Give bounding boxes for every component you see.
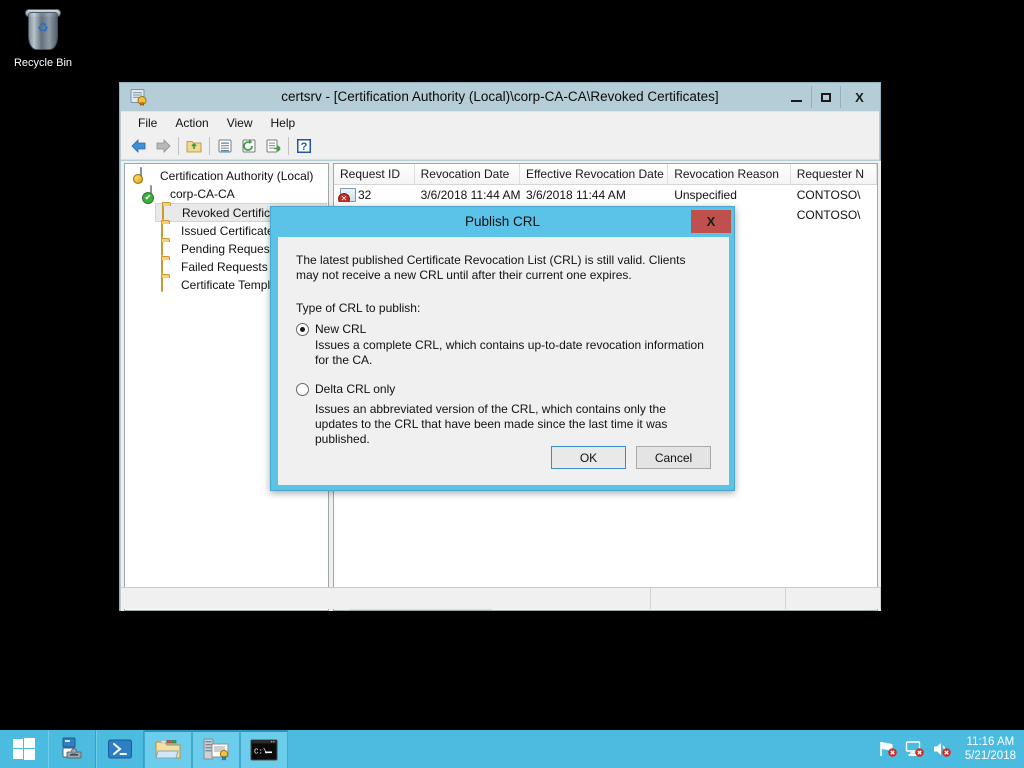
system-tray: 11:16 AM 5/21/2018: [878, 730, 1024, 768]
console-root-icon: [140, 167, 156, 184]
refresh-icon[interactable]: [237, 135, 261, 158]
revoked-certificate-icon: [338, 188, 356, 202]
toolbar: ?: [121, 133, 879, 160]
taskbar-item-file-explorer[interactable]: [144, 730, 192, 768]
window-title: certsrv - [Certification Authority (Loca…: [281, 89, 719, 104]
status-pane-2: [651, 588, 786, 609]
recycle-bin-label: Recycle Bin: [13, 57, 73, 69]
ca-server-icon: [150, 185, 166, 202]
start-button[interactable]: [0, 730, 48, 768]
volume-icon[interactable]: [932, 740, 951, 758]
dialog-body: The latest published Certificate Revocat…: [278, 237, 729, 485]
tree-item-corp-ca-ca[interactable]: ▴ corp-CA-CA: [125, 185, 328, 203]
column-header-request-id[interactable]: Request ID: [334, 164, 415, 184]
folder-icon: [161, 222, 177, 239]
column-header-revocation-date[interactable]: Revocation Date: [415, 164, 520, 184]
forward-icon[interactable]: [151, 135, 175, 158]
toolbar-separator: [209, 137, 210, 155]
folder-icon: [161, 240, 177, 257]
radio-delta-crl-control[interactable]: [296, 383, 309, 396]
dialog-close-button[interactable]: X: [691, 210, 731, 233]
file-explorer-icon: [154, 738, 182, 762]
desktop: ♻ Recycle Bin certsrv - [Certification A…: [0, 0, 1024, 730]
menu-file[interactable]: File: [129, 114, 166, 132]
certification-authority-icon: [202, 737, 230, 763]
taskbar: C:\ 11:16 AM 5/21/2018: [0, 730, 1024, 768]
svg-text:?: ?: [301, 141, 308, 153]
radio-new-crl-label[interactable]: New CRL: [315, 322, 366, 336]
column-header-revocation-reason[interactable]: Revocation Reason: [668, 164, 791, 184]
tree-item-label: Certification Authority (Local): [160, 169, 314, 183]
menu-bar: File Action View Help: [121, 111, 879, 133]
dialog-type-label: Type of CRL to publish:: [296, 301, 421, 315]
cell-revocation-reason: Unspecified: [674, 188, 737, 202]
radio-option-delta-crl[interactable]: Delta CRL only: [296, 382, 711, 396]
clock-time: 11:16 AM: [966, 736, 1015, 748]
close-button[interactable]: X: [840, 86, 878, 108]
help-icon[interactable]: ?: [292, 135, 316, 158]
command-prompt-icon: C:\: [250, 739, 278, 761]
dialog-intro-text: The latest published Certificate Revocat…: [296, 253, 686, 282]
table-row[interactable]: 32 3/6/2018 11:44 AM 3/6/2018 11:44 AM U…: [334, 185, 877, 205]
properties-icon[interactable]: [213, 135, 237, 158]
dialog-button-row: OK Cancel: [551, 446, 711, 469]
export-list-icon[interactable]: [261, 135, 285, 158]
clock-date: 5/21/2018: [964, 750, 1016, 762]
notification-flag-icon[interactable]: [878, 740, 897, 758]
publish-crl-dialog: Publish CRL X The latest published Certi…: [270, 206, 735, 491]
tree-item-label: Failed Requests: [181, 260, 268, 274]
column-header-effective-revocation-date[interactable]: Effective Revocation Date: [520, 164, 669, 184]
taskbar-clock[interactable]: 11:16 AM 5/21/2018: [959, 735, 1016, 763]
back-icon[interactable]: [127, 135, 151, 158]
powershell-icon: [107, 737, 133, 761]
radio-delta-crl-label[interactable]: Delta CRL only: [315, 382, 395, 396]
cell-requester-name: CONTOSO\: [796, 188, 861, 202]
menu-action[interactable]: Action: [166, 114, 217, 132]
status-pane-1: [121, 588, 651, 609]
recycle-symbol-icon: ♻: [37, 20, 49, 35]
menu-view[interactable]: View: [218, 114, 262, 132]
window-caption-buttons: X: [782, 86, 878, 108]
folder-icon: [162, 203, 178, 221]
cell-effective-revocation-date: 3/6/2018 11:44 AM: [525, 188, 626, 202]
radio-option-new-crl[interactable]: New CRL: [296, 322, 711, 336]
desktop-icon-recycle-bin[interactable]: ♻ Recycle Bin: [6, 6, 80, 70]
recycle-bin-icon: ♻: [19, 6, 67, 54]
folder-icon: [161, 258, 177, 275]
taskbar-item-powershell[interactable]: [96, 730, 144, 768]
taskbar-item-command-prompt[interactable]: C:\: [240, 730, 288, 768]
dialog-title: Publish CRL: [464, 214, 541, 229]
tree-item-label: Issued Certificates: [181, 224, 280, 238]
windows-logo-icon: [13, 738, 35, 760]
toolbar-separator: [178, 137, 179, 155]
cell-request-id: 32: [358, 188, 372, 202]
toolbar-separator: [288, 137, 289, 155]
cancel-button[interactable]: Cancel: [636, 446, 711, 469]
radio-delta-crl-description: Issues an abbreviated version of the CRL…: [315, 402, 668, 446]
column-header-requester-name[interactable]: Requester N: [791, 164, 877, 184]
window-titlebar[interactable]: certsrv - [Certification Authority (Loca…: [120, 83, 880, 111]
ok-button[interactable]: OK: [551, 446, 626, 469]
tree-item-label: Pending Requests: [181, 242, 280, 256]
cell-revocation-date: 3/6/2018 11:44 AM: [420, 188, 520, 202]
taskbar-item-server-manager[interactable]: [48, 730, 96, 768]
radio-new-crl-description: Issues a complete CRL, which contains up…: [315, 338, 704, 367]
network-icon[interactable]: [905, 740, 924, 758]
status-pane-3: [786, 588, 881, 609]
dialog-titlebar[interactable]: Publish CRL X: [271, 207, 734, 237]
list-column-header: Request ID Revocation Date Effective Rev…: [334, 164, 877, 185]
status-bar: [121, 587, 881, 609]
folder-icon: [161, 276, 177, 293]
cell-requester-name: CONTOSO\: [796, 208, 861, 222]
server-manager-icon: [59, 736, 85, 762]
radio-new-crl-control[interactable]: [296, 323, 309, 336]
tree-item-label: corp-CA-CA: [170, 187, 235, 201]
menu-help[interactable]: Help: [262, 114, 305, 132]
up-one-level-icon[interactable]: [182, 135, 206, 158]
maximize-button[interactable]: [811, 86, 840, 108]
taskbar-item-certification-authority[interactable]: [192, 730, 240, 768]
minimize-button[interactable]: [782, 86, 811, 108]
tree-item-certification-authority-local[interactable]: Certification Authority (Local): [125, 167, 328, 185]
